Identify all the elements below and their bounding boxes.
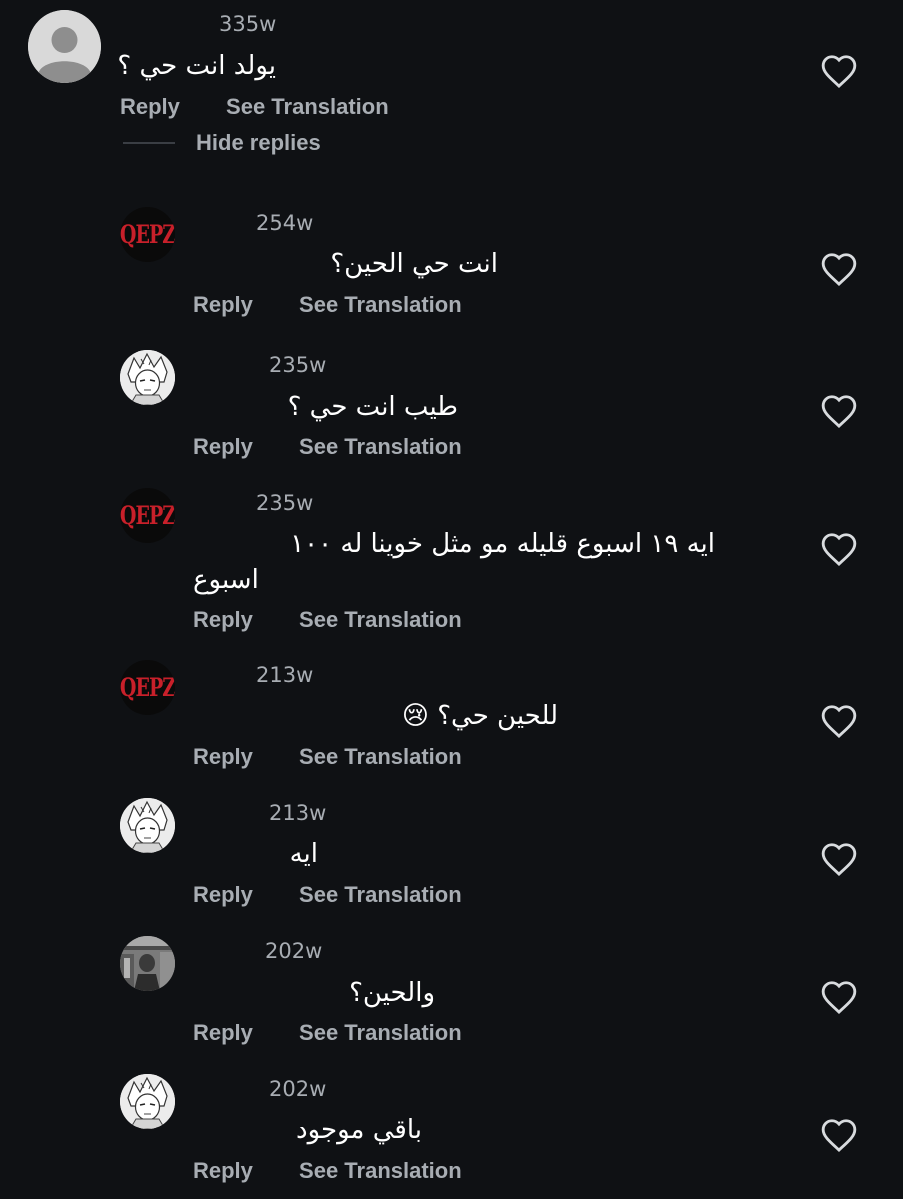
comment-text-line: ايه ١٩ اسبوع قليله مو مثل خوينا له ١٠٠ [290, 529, 715, 559]
comment-timestamp: 213w [269, 801, 327, 825]
heart-icon[interactable] [820, 251, 858, 287]
hide-replies-divider [123, 142, 175, 144]
see-translation-button[interactable]: See Translation [299, 882, 462, 908]
see-translation-button[interactable]: See Translation [226, 94, 389, 120]
reply-button[interactable]: Reply [120, 94, 180, 120]
reply-button[interactable]: Reply [193, 882, 253, 908]
reply-comment: QEPZ 213w للحين حي؟ 😢 Reply See Translat… [0, 652, 903, 782]
comment-actions: Reply See Translation [193, 1158, 462, 1184]
comment-timestamp: 202w [269, 1077, 327, 1101]
reply-comment: QEPZ 235w ايه ١٩ اسبوع قليله مو مثل خوين… [0, 480, 903, 650]
comment-actions: Reply See Translation [193, 292, 462, 318]
hide-replies-button[interactable]: Hide replies [196, 130, 321, 156]
see-translation-button[interactable]: See Translation [299, 607, 462, 633]
comment-actions: Reply See Translation [193, 744, 462, 770]
comment-actions: Reply See Translation [193, 607, 462, 633]
see-translation-button[interactable]: See Translation [299, 1158, 462, 1184]
heart-icon[interactable] [820, 703, 858, 739]
comment-actions: Reply See Translation [193, 1020, 462, 1046]
reply-button[interactable]: Reply [193, 607, 253, 633]
reply-button[interactable]: Reply [193, 1158, 253, 1184]
comment-actions: Reply See Translation [193, 882, 462, 908]
comment-timestamp: 254w [256, 211, 314, 235]
heart-icon[interactable] [820, 841, 858, 877]
reply-button[interactable]: Reply [193, 1020, 253, 1046]
heart-icon[interactable] [820, 1117, 858, 1153]
reply-comment: 202w والحين؟ Reply See Translation [0, 928, 903, 1058]
reply-comment: 213w ايه Reply See Translation [0, 790, 903, 920]
reply-button[interactable]: Reply [193, 744, 253, 770]
see-translation-button[interactable]: See Translation [299, 292, 462, 318]
comment-text: يولد انت حي ؟ [117, 51, 276, 81]
comment-text: ايه [289, 839, 318, 869]
comment-timestamp: 235w [256, 491, 314, 515]
comment-text: للحين حي؟ 😢 [401, 701, 558, 731]
comment-timestamp: 213w [256, 663, 314, 687]
comment-timestamp: 235w [269, 353, 327, 377]
comment-text: باقي موجود [296, 1115, 422, 1145]
heart-icon[interactable] [820, 53, 858, 89]
heart-icon[interactable] [820, 531, 858, 567]
reply-comment: QEPZ 254w انت حي الحين؟ Reply See Transl… [0, 200, 903, 330]
comment-text: والحين؟ [349, 978, 435, 1008]
comment-timestamp: 335w [219, 12, 277, 36]
comment-text: طيب انت حي ؟ [287, 392, 458, 422]
see-translation-button[interactable]: See Translation [299, 744, 462, 770]
heart-icon[interactable] [820, 979, 858, 1015]
reply-comment: 202w باقي موجود Reply See Translation [0, 1066, 903, 1199]
reply-button[interactable]: Reply [193, 292, 253, 318]
comment-actions: Reply See Translation [120, 94, 389, 120]
reply-comment: 235w طيب انت حي ؟ Reply See Translation [0, 342, 903, 472]
comment-actions: Reply See Translation [193, 434, 462, 460]
comment-text-line: اسبوع [193, 565, 259, 595]
see-translation-button[interactable]: See Translation [299, 1020, 462, 1046]
comment-text: انت حي الحين؟ [330, 249, 498, 279]
heart-icon[interactable] [820, 393, 858, 429]
see-translation-button[interactable]: See Translation [299, 434, 462, 460]
parent-comment: 335w يولد انت حي ؟ Reply See Translation [0, 0, 903, 130]
reply-button[interactable]: Reply [193, 434, 253, 460]
comment-timestamp: 202w [265, 939, 323, 963]
